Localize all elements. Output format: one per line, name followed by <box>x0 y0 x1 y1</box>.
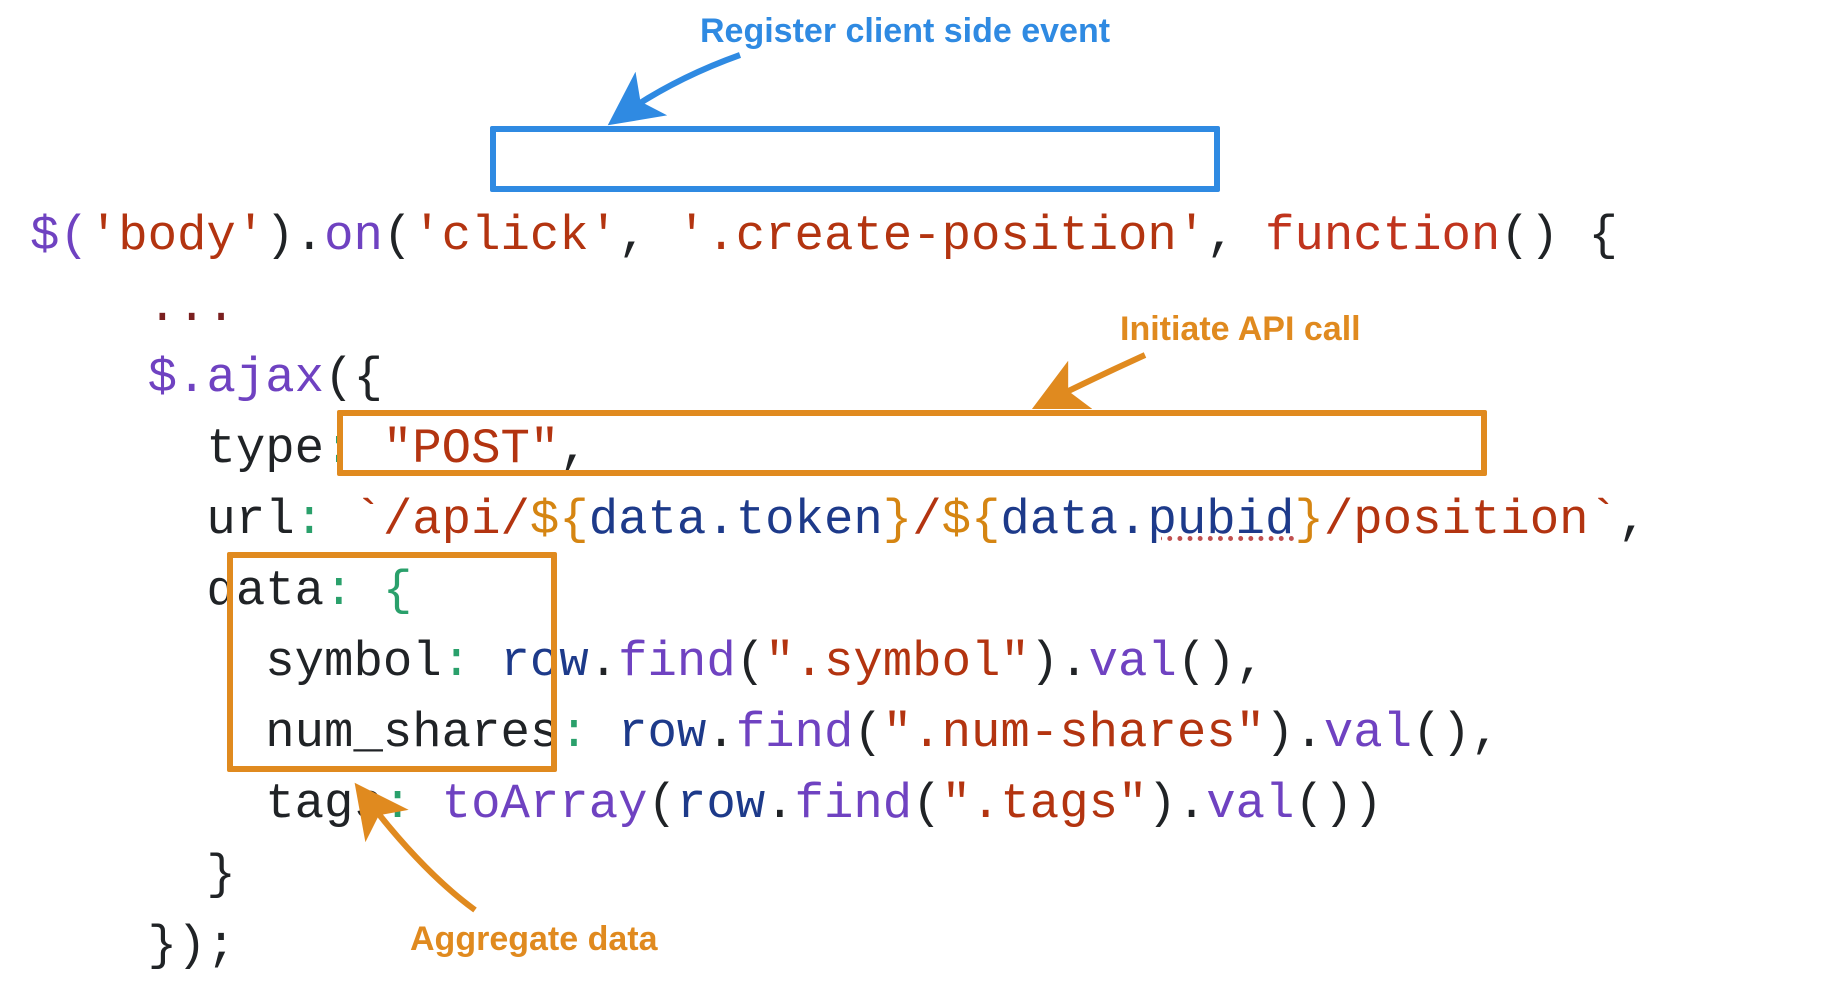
code-token: ${ <box>530 492 589 548</box>
code-token: ajax <box>206 350 324 406</box>
code-token: val <box>1206 776 1294 832</box>
code-token: ( <box>736 634 765 690</box>
code-token: ). <box>1030 634 1089 690</box>
code-token: "POST" <box>383 421 559 477</box>
code-token: } <box>883 492 912 548</box>
code-token: , <box>1618 492 1647 548</box>
code-token: data <box>1000 492 1118 548</box>
code-token: ). <box>1147 776 1206 832</box>
code-token: symbol <box>30 634 442 690</box>
diagram-stage: Register client side event Initiate API … <box>0 0 1828 990</box>
code-token: 'body' <box>89 208 265 264</box>
code-token: row <box>618 705 706 761</box>
code-token: val <box>1324 705 1412 761</box>
code-token: , <box>1206 208 1265 264</box>
code-token: 'click' <box>412 208 618 264</box>
code-token: '.create-position' <box>677 208 1206 264</box>
code-token: data <box>589 492 707 548</box>
code-token: tags <box>30 776 383 832</box>
code-token: row <box>500 634 588 690</box>
code-token: ... <box>148 279 236 335</box>
annotation-event-label: Register client side event <box>700 12 1110 51</box>
code-token: ({ <box>324 350 383 406</box>
code-token: ). <box>265 208 324 264</box>
code-token: data <box>30 563 324 619</box>
code-token: : <box>442 634 501 690</box>
code-token: /position` <box>1324 492 1618 548</box>
code-token: : <box>559 705 618 761</box>
code-token: }); <box>30 918 236 974</box>
code-token: ".tags" <box>942 776 1148 832</box>
code-token: . <box>1118 492 1147 548</box>
code-token: . <box>706 705 735 761</box>
code-token: , <box>618 208 677 264</box>
code-token: $( <box>30 208 89 264</box>
code-token: } <box>30 847 236 903</box>
code-token: ( <box>912 776 941 832</box>
code-token <box>30 279 148 335</box>
code-token: function <box>1265 208 1500 264</box>
code-token: (), <box>1177 634 1265 690</box>
code-token: find <box>736 705 854 761</box>
code-token: pubid <box>1147 492 1294 548</box>
code-token: () { <box>1500 208 1618 264</box>
code-token: (), <box>1412 705 1500 761</box>
code-token: find <box>795 776 913 832</box>
code-token: type <box>30 421 324 477</box>
code-token: : { <box>324 563 412 619</box>
code-token: / <box>912 492 941 548</box>
code-token: ()) <box>1294 776 1382 832</box>
code-token: ( <box>383 208 412 264</box>
code-token: ${ <box>942 492 1001 548</box>
code-token: on <box>324 208 383 264</box>
code-token: , <box>559 421 588 477</box>
code-token: `/api/ <box>353 492 529 548</box>
code-token: num_shares <box>30 705 559 761</box>
code-token: toArray <box>442 776 648 832</box>
code-token: ".num-shares" <box>883 705 1265 761</box>
code-token: : <box>324 421 383 477</box>
code-token: .token <box>706 492 882 548</box>
code-token: row <box>677 776 765 832</box>
code-token: : <box>295 492 354 548</box>
code-token: $. <box>30 350 206 406</box>
code-token: url <box>30 492 295 548</box>
code-token: ".symbol" <box>765 634 1030 690</box>
code-token: ). <box>1265 705 1324 761</box>
code-token: ( <box>853 705 882 761</box>
code-token: ( <box>648 776 677 832</box>
code-token: : <box>383 776 442 832</box>
code-token: . <box>765 776 794 832</box>
code-token: val <box>1089 634 1177 690</box>
code-block: $('body').on('click', '.create-position'… <box>30 130 1647 990</box>
code-token: } <box>1294 492 1323 548</box>
code-token: . <box>589 634 618 690</box>
code-token: find <box>618 634 736 690</box>
